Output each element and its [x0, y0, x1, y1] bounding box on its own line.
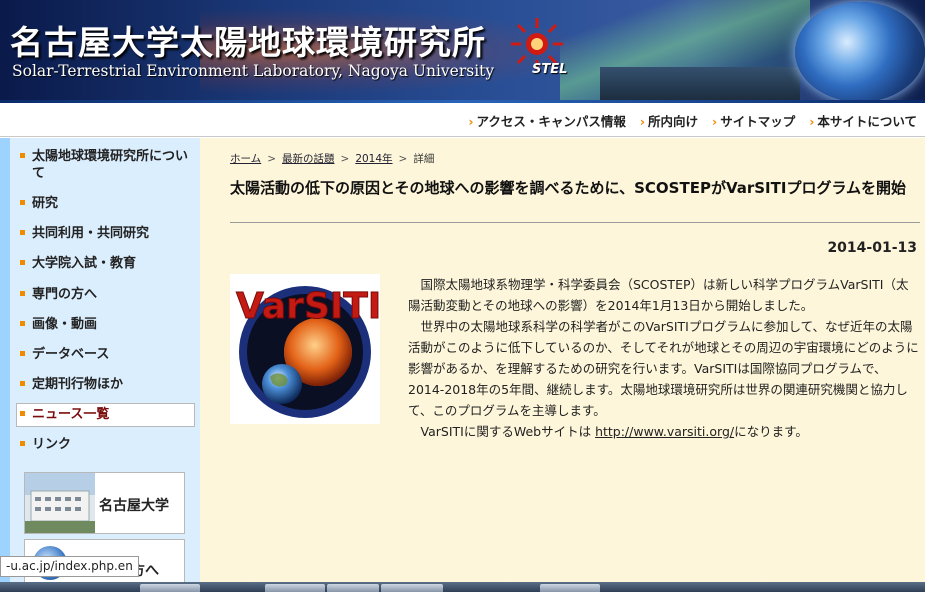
sidebar-panel: 太陽地球環境研究所について 研究 共同利用・共同研究 大学院入試・教育 専門の方…	[10, 138, 200, 592]
header-divider	[0, 100, 925, 103]
sidebar-item-specialists[interactable]: 専門の方へ	[20, 286, 200, 303]
taskbar-button[interactable]	[381, 584, 443, 592]
paragraph: 世界中の太陽地球系科学の科学者がこのVarSITIプログラムに参加して、なぜ近年…	[408, 319, 919, 418]
bullet-icon	[20, 321, 25, 326]
breadcrumb-topics[interactable]: 最新の話題	[282, 153, 335, 165]
paragraph: 国際太陽地球系物理学・科学委員会（SCOSTEP）は新しい科学プログラムVarS…	[408, 277, 909, 313]
taskbar-button[interactable]	[327, 584, 379, 592]
bullet-icon	[20, 153, 25, 158]
top-navigation: › アクセス・キャンパス情報 › 所内向け › サイトマップ › 本サイトについて	[0, 104, 925, 137]
stel-logo-text: STEL	[532, 62, 568, 77]
chevron-right-icon: ›	[468, 113, 474, 129]
breadcrumb-year[interactable]: 2014年	[355, 153, 392, 165]
banner-label: 名古屋大学	[99, 498, 169, 514]
chevron-right-icon: ›	[712, 113, 718, 129]
article-body: 国際太陽地球系物理学・科学委員会（SCOSTEP）は新しい科学プログラムVarS…	[408, 274, 920, 442]
varsiti-website-link[interactable]: http://www.varsiti.org/	[595, 424, 734, 439]
varsiti-logo-image: VarSITI	[230, 274, 382, 424]
sidebar-stripe	[0, 138, 10, 592]
breadcrumb-home[interactable]: ホーム	[230, 153, 261, 165]
taskbar-button[interactable]	[140, 584, 200, 592]
nav-sitemap[interactable]: › サイトマップ	[712, 111, 795, 130]
sidebar-item-joint-research[interactable]: 共同利用・共同研究	[20, 225, 200, 242]
varsiti-emblem-icon: VarSITI	[236, 286, 382, 418]
main-content: ホーム > 最新の話題 >2014年 > 詳細 太陽活動の低下の原因とその地球への影響を調…	[200, 138, 925, 592]
earth-globe-image	[795, 2, 925, 102]
mountain-silhouette	[600, 67, 800, 103]
sidebar-item-database[interactable]: データベース	[20, 346, 200, 363]
os-taskbar	[0, 582, 925, 592]
bullet-icon	[20, 260, 25, 265]
sidebar-item-news[interactable]: ニュース一覧	[20, 406, 200, 423]
breadcrumb-current: 詳細	[413, 153, 435, 165]
sidebar-item-publications[interactable]: 定期刊行物ほか	[20, 376, 200, 393]
nav-internal[interactable]: › 所内向け	[640, 111, 698, 130]
paragraph-link: VarSITIに関するWebサイトは http://www.varsiti.or…	[420, 424, 808, 439]
sidebar-item-admissions[interactable]: 大学院入試・教育	[20, 255, 200, 272]
nav-access-campus[interactable]: › アクセス・キャンパス情報	[468, 111, 626, 130]
bullet-icon	[20, 351, 25, 356]
site-title-english: Solar-Terrestrial Environment Laboratory…	[12, 62, 495, 80]
bullet-icon	[20, 230, 25, 235]
bullet-icon	[20, 381, 25, 386]
chevron-right-icon: ›	[639, 113, 646, 129]
campus-building-icon	[25, 473, 95, 533]
bullet-icon	[20, 291, 25, 296]
article-date: 2014-01-13	[827, 240, 917, 256]
bullet-icon	[20, 200, 25, 205]
sidebar-item-links[interactable]: リンク	[20, 436, 200, 453]
nagoya-university-banner[interactable]: 名古屋大学	[24, 472, 185, 534]
article-title: 太陽活動の低下の原因とその地球への影響を調べるために、SCOSTEPがVarSI…	[230, 179, 906, 197]
bullet-icon	[20, 441, 25, 446]
taskbar-button[interactable]	[540, 584, 600, 592]
site-title-japanese[interactable]: 名古屋大学太陽地球環境研究所	[10, 16, 486, 64]
sidebar-item-about[interactable]: 太陽地球環境研究所について	[20, 148, 190, 182]
status-url-tooltip: -u.ac.jp/index.php.en	[0, 556, 139, 577]
site-header-banner: 名古屋大学太陽地球環境研究所 Solar-Terrestrial Environ…	[0, 0, 925, 103]
chevron-right-icon: ›	[809, 113, 815, 129]
breadcrumb: ホーム > 最新の話題 >2014年 > 詳細	[230, 153, 435, 165]
sidebar-item-research[interactable]: 研究	[20, 195, 200, 212]
taskbar-button[interactable]	[265, 584, 325, 592]
nav-about-site[interactable]: › 本サイトについて	[809, 111, 917, 130]
varsiti-logo-text: VarSITI	[236, 286, 380, 327]
bullet-icon	[20, 411, 25, 416]
sidebar-item-images-videos[interactable]: 画像・動画	[20, 316, 200, 333]
title-divider	[230, 222, 920, 223]
